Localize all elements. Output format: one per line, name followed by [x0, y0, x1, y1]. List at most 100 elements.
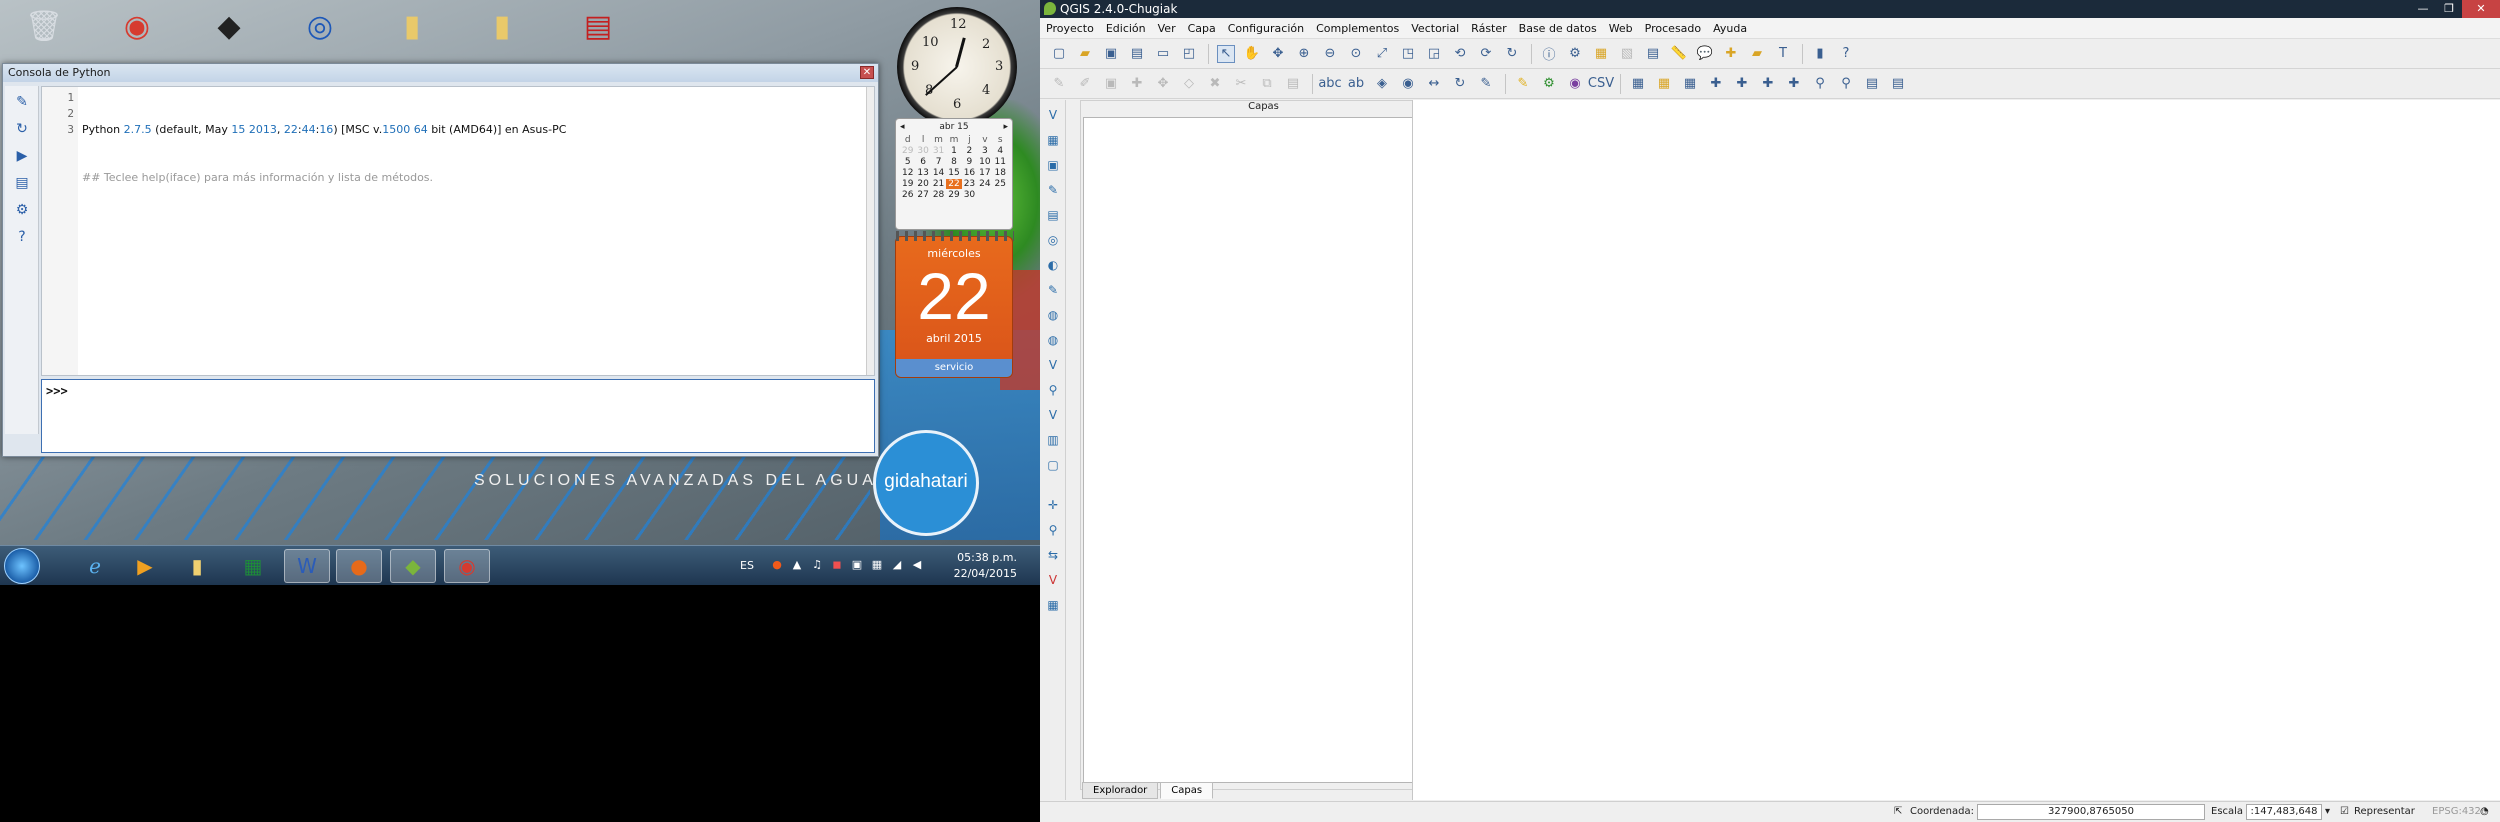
- menu-capa[interactable]: Capa: [1188, 22, 1216, 35]
- add-vector-layer-icon[interactable]: ▦: [1629, 75, 1647, 93]
- add-postgis-icon[interactable]: ▣: [1043, 155, 1063, 175]
- toggle-editing-icon[interactable]: ✐: [1076, 75, 1094, 93]
- calendar-day[interactable]: 5: [900, 157, 915, 167]
- plugin-icon[interactable]: ◉: [1566, 75, 1584, 93]
- calendar-day[interactable]: 31: [931, 146, 946, 156]
- scale-field[interactable]: :147,483,648: [2246, 804, 2322, 820]
- change-label-icon[interactable]: ✎: [1477, 75, 1495, 93]
- add-delimited-icon[interactable]: ◍: [1043, 330, 1063, 350]
- select-features-icon[interactable]: ▦: [1592, 45, 1610, 63]
- whats-this-icon[interactable]: ?: [1837, 45, 1855, 63]
- calendar-day[interactable]: 29: [900, 146, 915, 156]
- map-tips-icon[interactable]: 💬: [1696, 45, 1714, 63]
- menu-edicion[interactable]: Edición: [1106, 22, 1146, 35]
- next-month-icon[interactable]: ▸: [1003, 122, 1008, 132]
- save-as-icon[interactable]: ▤: [1128, 45, 1146, 63]
- move-feature-icon[interactable]: ✥: [1154, 75, 1172, 93]
- calendar-day[interactable]: 6: [915, 157, 930, 167]
- zoom-in-icon[interactable]: ⊕: [1295, 45, 1313, 63]
- folder-icon[interactable]: ▮: [480, 4, 524, 48]
- new-temp-layer-icon[interactable]: ▥: [1043, 430, 1063, 450]
- zoom-actual-size-icon[interactable]: ⊙: [1347, 45, 1365, 63]
- zoom-to-layer-icon[interactable]: ◲: [1425, 45, 1443, 63]
- add-oracle-icon[interactable]: ◎: [1043, 230, 1063, 250]
- help-book-icon[interactable]: ▮: [1811, 45, 1829, 63]
- add-raster-icon[interactable]: ▦: [1043, 130, 1063, 150]
- console-output[interactable]: 1 2 3 Python 2.7.5 (default, May 15 2013…: [41, 86, 875, 376]
- zoom-last-icon[interactable]: ⟲: [1451, 45, 1469, 63]
- touch-zoom-icon[interactable]: ↖: [1217, 44, 1235, 63]
- text-annotation-icon[interactable]: T: [1774, 45, 1792, 63]
- calendar-day[interactable]: 28: [931, 190, 946, 200]
- app-icon[interactable]: ◎: [298, 4, 342, 48]
- new-bookmark-icon[interactable]: ✚: [1722, 45, 1740, 63]
- calendar-day[interactable]: 2: [962, 146, 977, 156]
- new-project-icon[interactable]: ▢: [1050, 45, 1068, 63]
- measure-line-icon[interactable]: 📏: [1670, 45, 1688, 63]
- cut-features-icon[interactable]: ✂: [1232, 75, 1250, 93]
- zoom-full-icon[interactable]: ⤢: [1373, 45, 1391, 63]
- remove-layer-icon[interactable]: ▢: [1043, 455, 1063, 475]
- run-feature-action-icon[interactable]: ⚙: [1566, 45, 1584, 63]
- chrome-icon[interactable]: ◉: [444, 549, 490, 583]
- maximize-button[interactable]: ❐: [2436, 0, 2462, 18]
- tray-app-icon[interactable]: ◼: [830, 558, 844, 572]
- calendar-day[interactable]: 19: [900, 179, 915, 189]
- firefox-icon[interactable]: ●: [336, 549, 382, 583]
- layers-panel[interactable]: Capas ⧉✕: [1080, 100, 1447, 790]
- new-shapefile-icon[interactable]: V: [1043, 405, 1063, 425]
- calendar-day[interactable]: 30: [915, 146, 930, 156]
- menu-vectorial[interactable]: Vectorial: [1411, 22, 1459, 35]
- zoom-out-icon[interactable]: ⊖: [1321, 45, 1339, 63]
- python-console-icon[interactable]: ✎: [1514, 75, 1532, 93]
- calendar-day[interactable]: 25: [993, 179, 1008, 189]
- calendar-day[interactable]: 11: [993, 157, 1008, 167]
- copy-features-icon[interactable]: ⧉: [1258, 75, 1276, 93]
- menu-raster[interactable]: Ráster: [1471, 22, 1506, 35]
- internet-explorer-icon[interactable]: ℯ: [72, 549, 118, 583]
- calendar-day[interactable]: 18: [993, 168, 1008, 178]
- folder-icon[interactable]: ▮: [390, 4, 434, 48]
- add-virtual-icon[interactable]: V: [1043, 355, 1063, 375]
- calendar-day[interactable]: 13: [915, 168, 930, 178]
- coordinate-field[interactable]: 327900,8765050: [1977, 804, 2205, 820]
- clear-console-icon[interactable]: ✎: [11, 91, 33, 113]
- add-mssql-icon[interactable]: ▤: [1043, 205, 1063, 225]
- calendar-day[interactable]: 17: [977, 168, 992, 178]
- add-vector-icon[interactable]: V: [1043, 105, 1063, 125]
- add-wfs-icon[interactable]: ◍: [1043, 305, 1063, 325]
- menu-configuracion[interactable]: Configuración: [1228, 22, 1304, 35]
- calendar-day[interactable]: 16: [962, 168, 977, 178]
- node-tool-icon[interactable]: ◇: [1180, 75, 1198, 93]
- add-wcs-icon[interactable]: ✎: [1043, 280, 1063, 300]
- render-checkbox[interactable]: ☑: [2340, 806, 2349, 817]
- console-input[interactable]: >>>: [41, 379, 875, 453]
- help-icon[interactable]: ?: [11, 226, 33, 248]
- word-icon[interactable]: W: [284, 549, 330, 583]
- save-project-icon[interactable]: ▣: [1102, 45, 1120, 63]
- layer-tree[interactable]: [1083, 117, 1444, 783]
- pan-to-selection-icon[interactable]: ✥: [1269, 45, 1287, 63]
- scrollbar[interactable]: [866, 87, 874, 375]
- add-postgis-layer-icon[interactable]: ▦: [1681, 75, 1699, 93]
- oracle-raster-icon[interactable]: ▦: [1043, 595, 1063, 615]
- calendar-day[interactable]: 24: [977, 179, 992, 189]
- add-gpx-icon[interactable]: ⚲: [1043, 380, 1063, 400]
- calendar-day[interactable]: 8: [946, 157, 961, 167]
- add-wms-icon[interactable]: ◐: [1043, 255, 1063, 275]
- scale-dropdown-icon[interactable]: ▾: [2325, 806, 2330, 817]
- layer-labeling-icon[interactable]: ab: [1347, 75, 1365, 93]
- identify-icon[interactable]: ⓘ: [1540, 45, 1558, 63]
- menu-procesado[interactable]: Procesado: [1645, 22, 1701, 35]
- calendar-day[interactable]: 20: [915, 179, 930, 189]
- add-feature-icon[interactable]: ✚: [1128, 75, 1146, 93]
- settings-icon[interactable]: ⚙: [11, 199, 33, 221]
- tray-app-icon[interactable]: ▣: [850, 558, 864, 572]
- add-spatialite-layer-icon[interactable]: ✚: [1707, 75, 1725, 93]
- menu-ayuda[interactable]: Ayuda: [1713, 22, 1747, 35]
- paste-features-icon[interactable]: ▤: [1284, 75, 1302, 93]
- open-project-icon[interactable]: ▰: [1076, 45, 1094, 63]
- system-clock[interactable]: 05:38 p.m. 22/04/2015: [942, 550, 1017, 582]
- map-canvas[interactable]: [1412, 100, 2500, 800]
- refresh-icon[interactable]: ↻: [1503, 45, 1521, 63]
